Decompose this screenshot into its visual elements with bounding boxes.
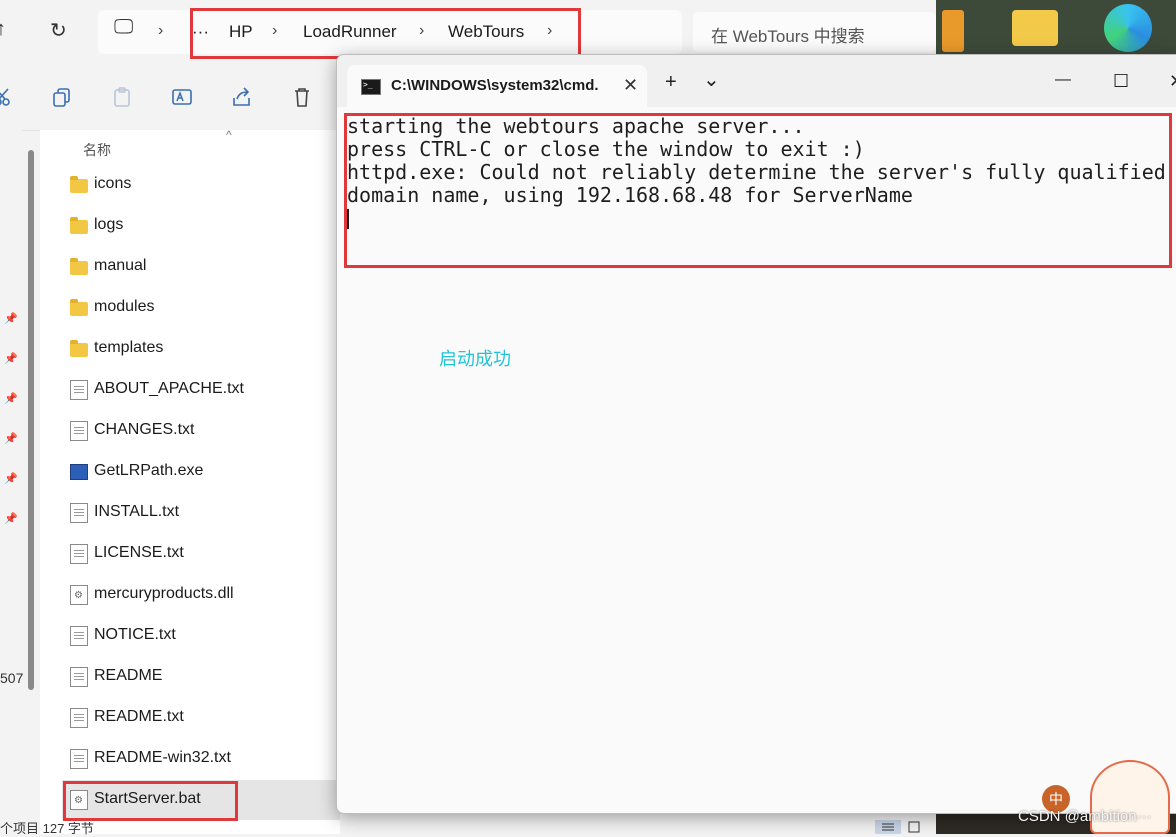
refresh-icon[interactable]: ↻ <box>50 18 67 43</box>
desktop-background <box>936 0 1176 56</box>
text-file-icon <box>70 626 88 646</box>
minimize-button[interactable]: — <box>1055 71 1071 89</box>
share-icon[interactable] <box>231 86 253 108</box>
file-name: README-win32.txt <box>94 749 231 766</box>
file-row[interactable]: README.txt <box>62 698 340 738</box>
cmd-terminal-icon <box>361 79 381 95</box>
pin-icon[interactable]: 📌 <box>4 432 18 445</box>
new-tab-button[interactable]: + <box>665 71 677 94</box>
computer-icon: 🖵 <box>114 16 134 38</box>
text-file-icon <box>70 421 88 441</box>
folder-icon <box>70 217 88 234</box>
text-file-icon <box>70 503 88 523</box>
sort-ascending-icon[interactable]: ^ <box>226 128 232 142</box>
view-toggle-icons[interactable] <box>875 820 935 834</box>
file-row[interactable]: INSTALL.txt <box>62 493 340 533</box>
file-row[interactable]: modules <box>62 288 340 328</box>
file-name: modules <box>94 298 155 315</box>
folder-icon <box>70 340 88 357</box>
pin-icon[interactable]: 📌 <box>4 512 18 525</box>
paste-icon <box>114 87 130 107</box>
terminal-highlight-box <box>344 113 1172 268</box>
file-row[interactable]: README <box>62 657 340 697</box>
file-name: README <box>94 667 163 684</box>
file-name: README.txt <box>94 708 184 725</box>
up-arrow-icon[interactable]: ↑ <box>0 18 6 41</box>
breadcrumb-highlight-box <box>190 8 581 59</box>
folder-icon[interactable] <box>1012 10 1058 46</box>
text-file-icon <box>70 380 88 400</box>
file-name: GetLRPath.exe <box>94 462 204 479</box>
file-name: logs <box>94 216 124 233</box>
cmd-tab[interactable]: C:\WINDOWS\system32\cmd. ✕ <box>347 65 647 107</box>
exe-file-icon <box>70 464 88 480</box>
rename-icon[interactable] <box>171 86 193 108</box>
file-row[interactable]: manual <box>62 247 340 287</box>
file-row[interactable]: icons <box>62 165 340 205</box>
archive-icon[interactable] <box>942 10 964 52</box>
navigation-pane-number: 507 <box>0 670 24 686</box>
text-file-icon <box>70 544 88 564</box>
pin-icon[interactable]: 📌 <box>4 312 18 325</box>
text-file-icon <box>70 708 88 728</box>
file-row[interactable]: GetLRPath.exe <box>62 452 340 492</box>
file-row[interactable]: templates <box>62 329 340 369</box>
startserver-highlight-box <box>63 781 238 821</box>
folder-icon <box>70 299 88 316</box>
file-name: templates <box>94 339 164 356</box>
tab-dropdown-button[interactable]: ⌄ <box>703 67 720 92</box>
file-name: mercuryproducts.dll <box>94 585 234 602</box>
navigation-scrollbar[interactable] <box>28 150 34 690</box>
file-row[interactable]: CHANGES.txt <box>62 411 340 451</box>
maximize-button[interactable]: ☐ <box>1113 71 1129 92</box>
file-name: manual <box>94 257 147 274</box>
file-name: ABOUT_APACHE.txt <box>94 380 244 397</box>
pin-icon[interactable]: 📌 <box>4 392 18 405</box>
folder-icon <box>70 258 88 275</box>
success-annotation: 启动成功 <box>439 349 511 369</box>
cmd-title-bar[interactable]: C:\WINDOWS\system32\cmd. ✕ + ⌄ — ☐ ✕ <box>337 55 1176 107</box>
file-name: LICENSE.txt <box>94 544 184 561</box>
file-row[interactable]: ABOUT_APACHE.txt <box>62 370 340 410</box>
edge-browser-icon[interactable] <box>1104 4 1152 52</box>
search-placeholder: 在 WebTours 中搜索 <box>711 27 865 46</box>
file-row[interactable]: mercuryproducts.dll <box>62 575 340 615</box>
close-window-button[interactable]: ✕ <box>1169 71 1176 92</box>
text-file-icon <box>70 667 88 687</box>
folder-icon <box>70 176 88 193</box>
text-file-icon <box>70 749 88 769</box>
file-name: icons <box>94 175 132 192</box>
pin-icon[interactable]: 📌 <box>4 352 18 365</box>
copy-icon[interactable] <box>51 86 73 108</box>
file-row[interactable]: LICENSE.txt <box>62 534 340 574</box>
watermark-text: CSDN @ambition··· <box>1018 808 1152 825</box>
settings-file-icon <box>70 585 88 605</box>
file-name: CHANGES.txt <box>94 421 195 438</box>
chevron-right-icon[interactable]: › <box>158 22 163 40</box>
file-row[interactable]: NOTICE.txt <box>62 616 340 656</box>
status-bar-text: 个项目 127 字节 <box>0 821 94 836</box>
delete-icon[interactable] <box>291 86 313 108</box>
cmd-tab-title: C:\WINDOWS\system32\cmd. <box>391 77 599 94</box>
file-row[interactable]: logs <box>62 206 340 246</box>
file-name: INSTALL.txt <box>94 503 180 520</box>
cut-icon[interactable] <box>0 86 14 108</box>
file-name: NOTICE.txt <box>94 626 176 643</box>
cmd-window[interactable]: C:\WINDOWS\system32\cmd. ✕ + ⌄ — ☐ ✕ sta… <box>336 54 1176 814</box>
close-tab-icon[interactable]: ✕ <box>623 75 638 96</box>
pin-icon[interactable]: 📌 <box>4 472 18 485</box>
column-header-name[interactable]: 名称 <box>83 140 111 160</box>
file-row[interactable]: README-win32.txt <box>62 739 340 779</box>
